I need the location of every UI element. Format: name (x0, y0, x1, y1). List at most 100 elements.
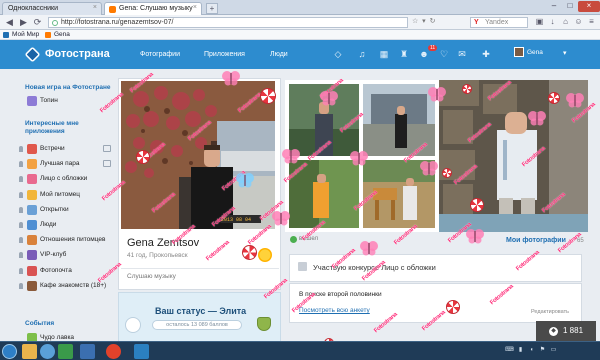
sidebar-item[interactable]: Отношения питомцев (19, 235, 115, 247)
status-title[interactable]: Ваш статус — Элита (155, 306, 246, 316)
sidebar-item[interactable]: Встречи (19, 144, 115, 156)
bookmark-gena[interactable]: Gena (45, 31, 70, 38)
dropdown-arrow-icon[interactable]: ▾ (422, 18, 426, 25)
tab-label: Одноклассники (8, 5, 59, 12)
maximize-button[interactable]: □ (562, 1, 578, 12)
sidebar-item[interactable]: Лучшая пара (19, 159, 115, 171)
close-tab-icon[interactable]: × (193, 4, 197, 11)
grid-icon[interactable]: ▦ (378, 49, 390, 60)
bell-icon[interactable]: ♜ (398, 49, 410, 60)
site-header: Фотострана Фотографии Приложения Люди ◇ … (0, 40, 600, 69)
volume-icon[interactable]: ◖ (527, 347, 536, 355)
tab-gena-music[interactable]: Gena: Слушаю музыку × (104, 2, 202, 15)
pin-icon[interactable] (19, 161, 23, 168)
sidebar-item[interactable]: Открытки (19, 204, 115, 217)
refresh-icon[interactable]: ↻ (430, 18, 436, 25)
battery-icon[interactable]: ▭ (549, 346, 558, 354)
yandex-icon: Y (474, 19, 479, 26)
pin-icon[interactable] (19, 191, 23, 198)
contest-text[interactable]: Участвую конкурсе Лицо с обложки (313, 263, 436, 272)
close-window-button[interactable]: × (578, 1, 600, 12)
app-icon[interactable] (134, 344, 149, 359)
nav-photos[interactable]: Фотографии (140, 51, 180, 58)
explorer-icon[interactable] (22, 344, 37, 359)
music-icon[interactable]: ♫ (356, 49, 368, 59)
profile-photo[interactable]: 2013 08 04 (121, 81, 275, 229)
sidebar-events-title[interactable]: События (25, 320, 54, 328)
mail-icon[interactable]: ✉ (456, 49, 468, 60)
app-icon (27, 189, 37, 200)
download-icon[interactable]: ↓ (547, 17, 558, 27)
pin-icon[interactable] (19, 176, 23, 183)
photo-thumb[interactable] (289, 84, 359, 156)
my-photos-count: 65 (577, 238, 584, 244)
photo-thumb[interactable] (289, 160, 359, 228)
pin-icon[interactable] (19, 267, 23, 274)
sidebar-item[interactable]: Фотопочта (19, 265, 115, 278)
rating-value: 1 881 (563, 326, 584, 335)
app-icon[interactable] (58, 344, 73, 359)
flag-icon[interactable]: ⚑ (538, 346, 547, 354)
rating-counter[interactable]: ◆ 1 881 (536, 321, 596, 341)
chevron-down-icon[interactable]: ▾ (563, 49, 567, 57)
minimize-button[interactable]: – (546, 1, 562, 12)
url-input[interactable]: http://fotostrana.ru/genazemtsov-07/ (48, 17, 408, 28)
site-logo[interactable]: Фотострана (24, 46, 110, 63)
tab-odnoklassniki[interactable]: Одноклассники × (2, 2, 102, 15)
photo-thumb[interactable] (363, 160, 435, 228)
smiley-icon[interactable]: ☺ (573, 17, 584, 27)
user-menu[interactable]: Gena (514, 47, 543, 57)
photo-featured[interactable] (439, 80, 588, 232)
pin-icon[interactable] (19, 206, 23, 213)
menu-icon[interactable]: ≡ (586, 17, 597, 27)
home-icon[interactable]: ⌂ (560, 17, 571, 27)
star-icon[interactable]: ☆ (412, 18, 418, 25)
profile-name[interactable]: Gena Zemtsov (127, 237, 199, 249)
rating-icon: ◆ (549, 327, 558, 336)
sidebar-item-label: Топин (40, 97, 58, 104)
sidebar-item-topin[interactable]: Топин (19, 96, 115, 108)
url-actions: ☆ ▾ ↻ (412, 17, 464, 28)
pin-icon[interactable] (19, 282, 23, 289)
media-icon[interactable] (40, 344, 55, 359)
pin-icon[interactable] (19, 252, 23, 259)
search-input[interactable]: Y Yandex (470, 17, 528, 28)
pin-icon[interactable] (19, 237, 23, 244)
gift-icon[interactable]: ✚ (480, 49, 492, 60)
bookmark-moi-mir[interactable]: Мой Мир (3, 31, 39, 38)
close-tab-icon[interactable]: × (93, 4, 97, 11)
sidebar-apps-title[interactable]: Интересные мне приложения (25, 120, 105, 136)
dating-edit-link[interactable]: Редактировать (531, 309, 569, 315)
start-button[interactable] (2, 344, 17, 359)
dating-view-profile-link[interactable]: Посмотреть всю анкету (299, 307, 370, 314)
sidebar-item[interactable]: Кафе знакомств (18+) (19, 280, 115, 293)
keyboard-icon[interactable]: ⌨ (505, 346, 514, 354)
browser-icon[interactable] (106, 344, 121, 359)
sidebar-item[interactable]: Лицо с обложки (19, 174, 115, 186)
photo-thumb-image (289, 160, 359, 228)
app-icon (27, 144, 37, 154)
my-photos-link[interactable]: Мои фотографии (506, 237, 566, 244)
sidebar-item[interactable]: VIP-клуб (19, 250, 115, 262)
diamond-icon[interactable]: ◇ (332, 49, 344, 60)
people-icon[interactable]: ☻ (418, 49, 430, 59)
back-arrow-icon[interactable]: ◀ (4, 17, 15, 28)
nav-apps[interactable]: Приложения (204, 51, 245, 58)
photo-thumb[interactable] (363, 84, 435, 156)
sidebar-item-label: Кафе знакомств (18+) (40, 281, 107, 289)
nav-people[interactable]: Люди (270, 51, 288, 58)
new-tab-button[interactable]: + (206, 3, 218, 14)
sidebar-new-game-title[interactable]: Новая игра на Фотостране (25, 84, 111, 92)
heart-icon[interactable]: ♡ (438, 49, 450, 60)
forward-arrow-icon[interactable]: ▶ (18, 17, 29, 28)
sidebar-item[interactable]: Люди (19, 220, 115, 232)
camera-icon[interactable]: ▣ (534, 17, 545, 27)
pin-icon[interactable] (19, 146, 23, 152)
app-icon[interactable] (80, 344, 95, 359)
reload-icon[interactable]: ⟳ (32, 17, 43, 28)
sidebar-item[interactable]: Мой питомец (19, 189, 115, 202)
avatar (514, 47, 524, 57)
network-icon[interactable]: ▮ (516, 346, 525, 354)
pin-icon[interactable] (19, 222, 23, 228)
profile-music-status[interactable]: Слушаю музыку (121, 268, 279, 284)
